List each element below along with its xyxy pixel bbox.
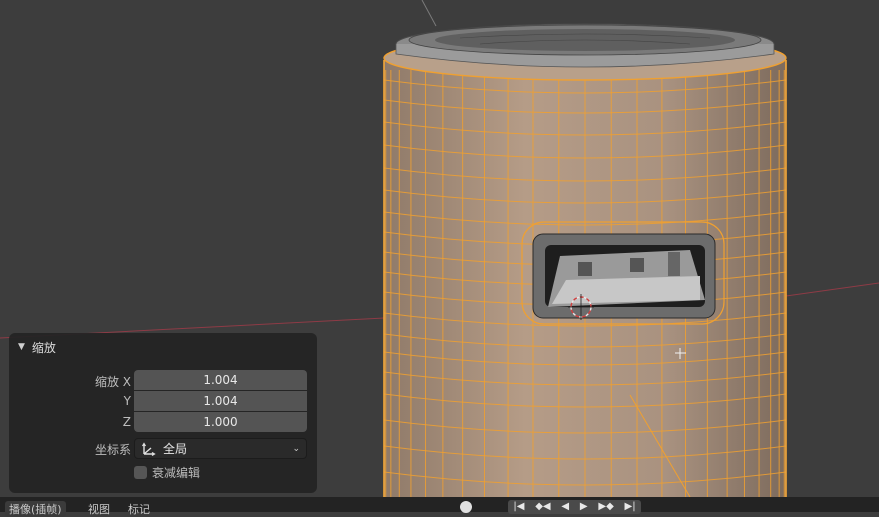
play-reverse-icon[interactable]: ◀: [561, 501, 569, 513]
scale-y-field[interactable]: 1.004: [134, 391, 307, 411]
global-orientation-icon: [141, 441, 156, 456]
record-button[interactable]: [460, 501, 472, 513]
panel-title: 缩放: [31, 340, 56, 355]
scale-z-label: Z: [122, 415, 131, 429]
prev-keyframe-icon[interactable]: ◆◀: [535, 501, 550, 513]
cylinder-top-rim: [383, 23, 787, 81]
play-icon[interactable]: ▶: [580, 501, 588, 513]
proportional-editing-checkbox[interactable]: 衰减编辑: [134, 464, 200, 481]
orientation-dropdown[interactable]: 全局 ⌄: [134, 438, 307, 459]
chevron-down-icon: ⌄: [292, 443, 300, 454]
timeline-header: 播像(插帧) 视图 标记 |◀ ◆◀ ◀ ▶ ▶◆ ▶|: [0, 497, 879, 517]
menu-marker[interactable]: 标记: [128, 501, 150, 517]
checkbox-box[interactable]: [134, 466, 147, 479]
panel-header[interactable]: ▼ 缩放: [9, 333, 317, 361]
jump-end-icon[interactable]: ▶|: [625, 501, 636, 513]
scale-x-label: 缩放 X: [94, 375, 131, 389]
orientation-value: 全局: [163, 442, 188, 456]
edge-line-top: [421, 0, 437, 27]
scale-z-field[interactable]: 1.000: [134, 412, 307, 432]
scale-x-field[interactable]: 1.004: [134, 370, 307, 390]
menu-view[interactable]: 视图: [88, 501, 110, 517]
scale-y-label: Y: [123, 394, 131, 408]
proportional-editing-label: 衰减编辑: [152, 466, 201, 480]
next-keyframe-icon[interactable]: ▶◆: [598, 501, 613, 513]
orientation-label: 坐标系: [94, 443, 131, 457]
menu-playback[interactable]: 播像(插帧): [5, 501, 66, 517]
port-cutout: [521, 221, 725, 325]
adjust-last-operation-panel: ▼ 缩放 缩放 X 1.004 Y 1.004 Z 1.000 坐标系 全局 ⌄…: [9, 333, 317, 493]
collapse-triangle-icon[interactable]: ▼: [18, 342, 25, 352]
jump-start-icon[interactable]: |◀: [513, 501, 524, 513]
x-axis-line-right: [785, 282, 879, 297]
